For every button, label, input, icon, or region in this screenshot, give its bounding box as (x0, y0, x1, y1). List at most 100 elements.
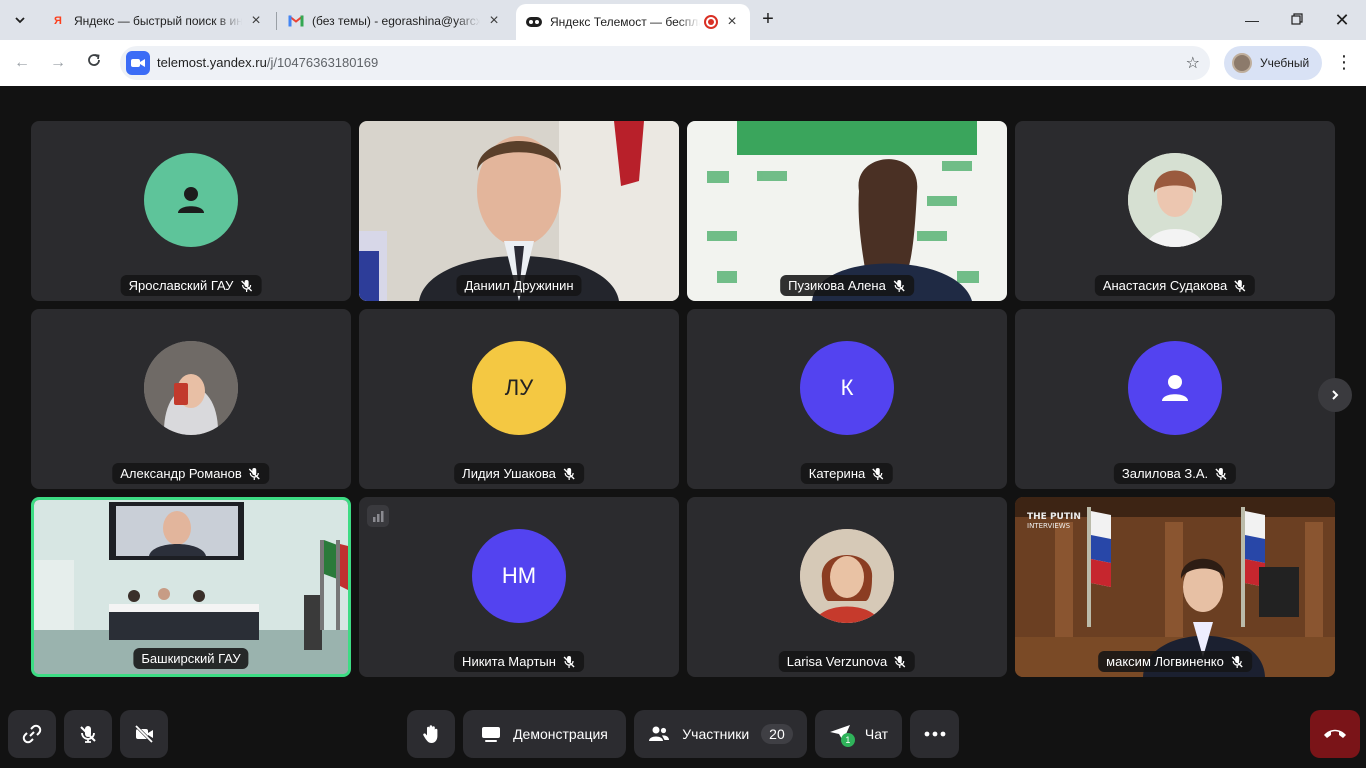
initials-avatar: ЛУ (472, 341, 566, 435)
camera-off-icon (134, 724, 154, 744)
yandex-icon: Я (54, 15, 62, 27)
participant-nameplate: Пузикова Алена (780, 275, 914, 296)
tab-title: Яндекс — быстрый поиск в интернете (74, 14, 242, 28)
svg-text:THE PUTIN: THE PUTIN (1027, 512, 1081, 522)
reload-button[interactable] (82, 51, 106, 75)
next-page-button[interactable] (1318, 378, 1352, 412)
participant-tile[interactable]: ЛУ Лидия Ушакова (359, 309, 679, 489)
participant-nameplate: Даниил Дружинин (456, 275, 582, 296)
mic-off-icon (1234, 279, 1246, 292)
minimize-button[interactable]: — (1240, 8, 1264, 32)
profile-button[interactable]: Учебный (1224, 46, 1322, 80)
mic-off-icon (249, 467, 261, 480)
chevron-down-icon (15, 17, 25, 24)
participant-photo (1128, 153, 1222, 247)
forward-button[interactable]: → (46, 51, 70, 75)
chat-button[interactable]: 1 Чат (815, 710, 902, 758)
browser-menu-button[interactable]: ⋮ (1332, 51, 1356, 75)
screen-share-button[interactable]: Демонстрация (463, 710, 626, 758)
mic-off-icon (563, 467, 575, 480)
participant-nameplate: Larisa Verzunova (778, 651, 916, 672)
participant-tile[interactable]: Александр Романов (31, 309, 351, 489)
participants-label: Участники (682, 726, 750, 742)
mic-off-icon (1231, 655, 1243, 668)
more-options-button[interactable] (910, 710, 959, 758)
participant-tile[interactable]: Пузикова Алена (687, 121, 1007, 301)
participant-nameplate: максим Логвиненко (1098, 651, 1252, 672)
chevron-right-icon (1332, 390, 1339, 400)
new-tab-button[interactable]: + (756, 8, 780, 32)
phone-hangup-icon (1324, 729, 1346, 738)
signal-strength-icon (367, 505, 389, 527)
gmail-icon (288, 13, 304, 29)
participant-nameplate: Катерина (800, 463, 894, 484)
tab-search-button[interactable] (8, 8, 32, 32)
url-text: telemost.yandex.ru/j/10476363180169 (157, 55, 379, 70)
restore-icon (1291, 13, 1303, 25)
participant-nameplate: Башкирский ГАУ (133, 648, 249, 669)
participant-photo (800, 529, 894, 623)
person-icon (1128, 341, 1222, 435)
participant-nameplate: Ярославский ГАУ (120, 275, 262, 296)
participant-tile[interactable]: Залилова З.А. (1015, 309, 1335, 489)
participant-tile[interactable]: Larisa Verzunova (687, 497, 1007, 677)
mic-off-icon (563, 655, 575, 668)
browser-tab[interactable]: Я Яндекс — быстрый поиск в интернете × (40, 6, 274, 36)
back-button[interactable]: ← (10, 51, 34, 75)
participant-tile[interactable]: К Катерина (687, 309, 1007, 489)
participant-tile[interactable]: Даниил Дружинин (359, 121, 679, 301)
copy-link-button[interactable] (8, 710, 56, 758)
camera-toggle-button[interactable] (120, 710, 168, 758)
mic-off-icon (1215, 467, 1227, 480)
participant-video (359, 121, 679, 301)
avatar (1232, 53, 1252, 73)
browser-tab-active[interactable]: Яндекс Телемост — бесплатные × (516, 4, 750, 40)
tab-title: (без темы) - egorashina@yarcx (312, 14, 480, 28)
participant-photo (144, 341, 238, 435)
participant-video: THE PUTIN INTERVIEWS (1015, 497, 1335, 677)
participant-nameplate: Александр Романов (112, 463, 270, 484)
participant-tile[interactable]: THE PUTIN INTERVIEWS максим Логвиненко (1015, 497, 1335, 677)
initials-avatar: К (800, 341, 894, 435)
mic-off-icon (894, 655, 906, 668)
link-icon (22, 724, 42, 744)
close-icon[interactable]: × (486, 12, 502, 30)
telemost-icon (526, 14, 542, 30)
svg-text:INTERVIEWS: INTERVIEWS (1027, 522, 1071, 530)
participant-tile[interactable]: Анастасия Судакова (1015, 121, 1335, 301)
microphone-toggle-button[interactable] (64, 710, 112, 758)
close-window-button[interactable]: ✕ (1330, 8, 1354, 32)
telemost-site-icon[interactable] (126, 51, 150, 75)
restore-button[interactable] (1285, 8, 1309, 32)
raise-hand-button[interactable] (407, 710, 455, 758)
participants-count-badge: 20 (761, 724, 793, 744)
hang-up-button[interactable] (1310, 710, 1360, 758)
person-icon (144, 153, 238, 247)
mic-off-icon (872, 467, 884, 480)
close-icon[interactable]: × (248, 12, 264, 30)
participant-tile-speaking[interactable]: Башкирский ГАУ (31, 497, 351, 677)
more-dots-icon (924, 731, 945, 737)
participant-nameplate: Залилова З.А. (1113, 463, 1237, 484)
participant-nameplate: Лидия Ушакова (454, 463, 584, 484)
mic-off-icon (80, 726, 96, 743)
screen-share-label: Демонстрация (513, 726, 608, 742)
participants-button[interactable]: Участники 20 (634, 710, 807, 758)
tab-title: Яндекс Телемост — бесплатные (550, 15, 700, 29)
participant-tile[interactable]: Ярославский ГАУ (31, 121, 351, 301)
participant-nameplate: Никита Мартын (454, 651, 584, 672)
mic-off-icon (893, 279, 905, 292)
hand-icon (423, 725, 438, 743)
mic-off-icon (240, 279, 252, 292)
screen-share-icon (482, 727, 501, 742)
reload-icon (88, 54, 100, 66)
browser-tab-strip: Я Яндекс — быстрый поиск в интернете × (… (0, 0, 1366, 40)
close-icon[interactable]: × (724, 13, 740, 31)
participant-tile[interactable]: НМ Никита Мартын (359, 497, 679, 677)
address-bar[interactable]: telemost.yandex.ru/j/10476363180169 ☆ (120, 46, 1210, 80)
chat-icon-wrap: 1 (829, 724, 855, 747)
recording-icon (704, 15, 718, 29)
participants-icon (649, 726, 670, 741)
browser-tab[interactable]: (без темы) - egorashina@yarcx × (278, 6, 512, 36)
bookmark-star-icon[interactable]: ☆ (1186, 53, 1200, 73)
